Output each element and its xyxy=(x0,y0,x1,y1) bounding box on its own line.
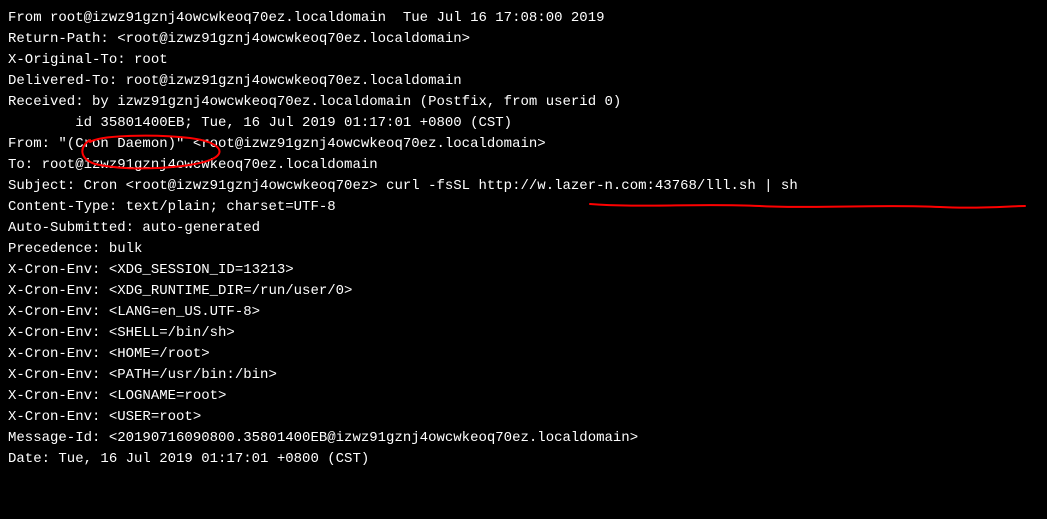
terminal-line: From root@izwz91gznj4owcwkeoq70ez.locald… xyxy=(8,8,1039,29)
terminal-output: From root@izwz91gznj4owcwkeoq70ez.locald… xyxy=(8,8,1039,470)
terminal-line: Message-Id: <20190716090800.35801400EB@i… xyxy=(8,428,1039,449)
terminal-line: X-Cron-Env: <HOME=/root> xyxy=(8,344,1039,365)
terminal-line: Content-Type: text/plain; charset=UTF-8 xyxy=(8,197,1039,218)
terminal-line: X-Cron-Env: <LANG=en_US.UTF-8> xyxy=(8,302,1039,323)
terminal-line: X-Cron-Env: <PATH=/usr/bin:/bin> xyxy=(8,365,1039,386)
terminal-line: Received: by izwz91gznj4owcwkeoq70ez.loc… xyxy=(8,92,1039,113)
terminal-line: X-Cron-Env: <LOGNAME=root> xyxy=(8,386,1039,407)
terminal-line: Return-Path: <root@izwz91gznj4owcwkeoq70… xyxy=(8,29,1039,50)
terminal-line: X-Cron-Env: <XDG_SESSION_ID=13213> xyxy=(8,260,1039,281)
terminal-line: Auto-Submitted: auto-generated xyxy=(8,218,1039,239)
terminal-line: Date: Tue, 16 Jul 2019 01:17:01 +0800 (C… xyxy=(8,449,1039,470)
terminal-line: X-Cron-Env: <SHELL=/bin/sh> xyxy=(8,323,1039,344)
terminal-line: To: root@izwz91gznj4owcwkeoq70ez.localdo… xyxy=(8,155,1039,176)
terminal-line: X-Original-To: root xyxy=(8,50,1039,71)
terminal-line: id 35801400EB; Tue, 16 Jul 2019 01:17:01… xyxy=(8,113,1039,134)
terminal-line: X-Cron-Env: <XDG_RUNTIME_DIR=/run/user/0… xyxy=(8,281,1039,302)
terminal-line: Precedence: bulk xyxy=(8,239,1039,260)
terminal-line: Delivered-To: root@izwz91gznj4owcwkeoq70… xyxy=(8,71,1039,92)
terminal-line: Subject: Cron <root@izwz91gznj4owcwkeoq7… xyxy=(8,176,1039,197)
terminal-line: X-Cron-Env: <USER=root> xyxy=(8,407,1039,428)
terminal-line: From: "(Cron Daemon)" <root@izwz91gznj4o… xyxy=(8,134,1039,155)
